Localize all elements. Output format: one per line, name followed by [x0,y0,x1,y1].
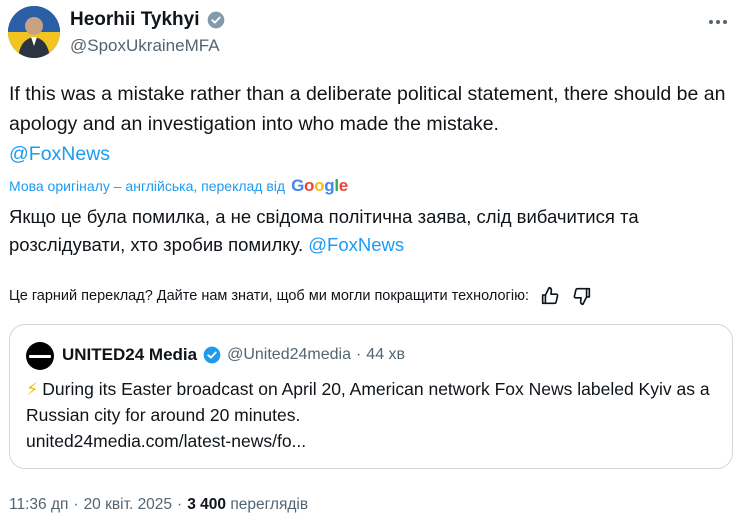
translated-text: Якщо це була помилка, а не свідома політ… [9,203,734,259]
translation-feedback: Це гарний переклад? Дайте нам знати, щоб… [9,285,593,307]
translation-note-text: Мова оригіналу – англійська, переклад ві… [9,178,286,194]
post-date[interactable]: 20 квіт. 2025 [84,496,172,514]
view-count-label: переглядів [230,496,309,513]
post-time[interactable]: 11:36 дп [9,496,68,514]
thumbs-up-icon[interactable] [539,285,561,307]
quote-author-name[interactable]: UNITED24 Media [62,345,197,365]
view-count: 3 400 переглядів [187,496,308,514]
author-avatar[interactable] [8,6,60,58]
quote-author-handle[interactable]: @United24media [227,346,351,364]
tweet-detail: Heorhii Tykhyi @SpoxUkraineMFA If this w… [0,0,740,527]
quote-avatar[interactable] [26,342,54,370]
google-logo: Google [291,176,348,195]
translated-mention-link[interactable]: @FoxNews [308,234,404,255]
verified-badge-icon [207,11,224,29]
tweet-meta: 11:36 дп · 20 квіт. 2025 · 3 400 перегля… [9,496,308,514]
quote-text: ⚡ During its Easter broadcast on April 20… [26,376,716,454]
view-count-number: 3 400 [187,496,227,513]
quote-header: UNITED24 Media @United24media · 44 хв [62,345,405,365]
translation-note[interactable]: Мова оригіналу – англійська, переклад ві… [9,176,348,196]
quote-timestamp[interactable]: 44 хв [366,346,405,364]
meta-separator: · [73,496,79,513]
meta-separator: · [177,496,183,513]
thumbs-down-icon[interactable] [571,285,593,307]
more-options-icon[interactable] [706,12,730,32]
author-handle[interactable]: @SpoxUkraineMFA [70,36,220,56]
mention-link[interactable]: @FoxNews [9,143,110,165]
quote-link[interactable]: united24media.com/latest-news/fo... [26,431,306,451]
lightning-icon: ⚡ [26,379,39,399]
tweet-text: If this was a mistake rather than a deli… [9,79,729,169]
quote-separator: · [355,346,362,363]
tweet-body: If this was a mistake rather than a deli… [9,83,726,135]
feedback-question: Це гарний переклад? Дайте нам знати, щоб… [9,288,529,304]
verified-badge-icon [203,346,221,364]
quote-body: During its Easter broadcast on April 20,… [26,379,710,425]
quoted-tweet[interactable]: UNITED24 Media @United24media · 44 хв ⚡ D… [9,324,733,469]
author-name-row[interactable]: Heorhii Tykhyi [70,9,226,31]
author-name[interactable]: Heorhii Tykhyi [70,9,200,31]
